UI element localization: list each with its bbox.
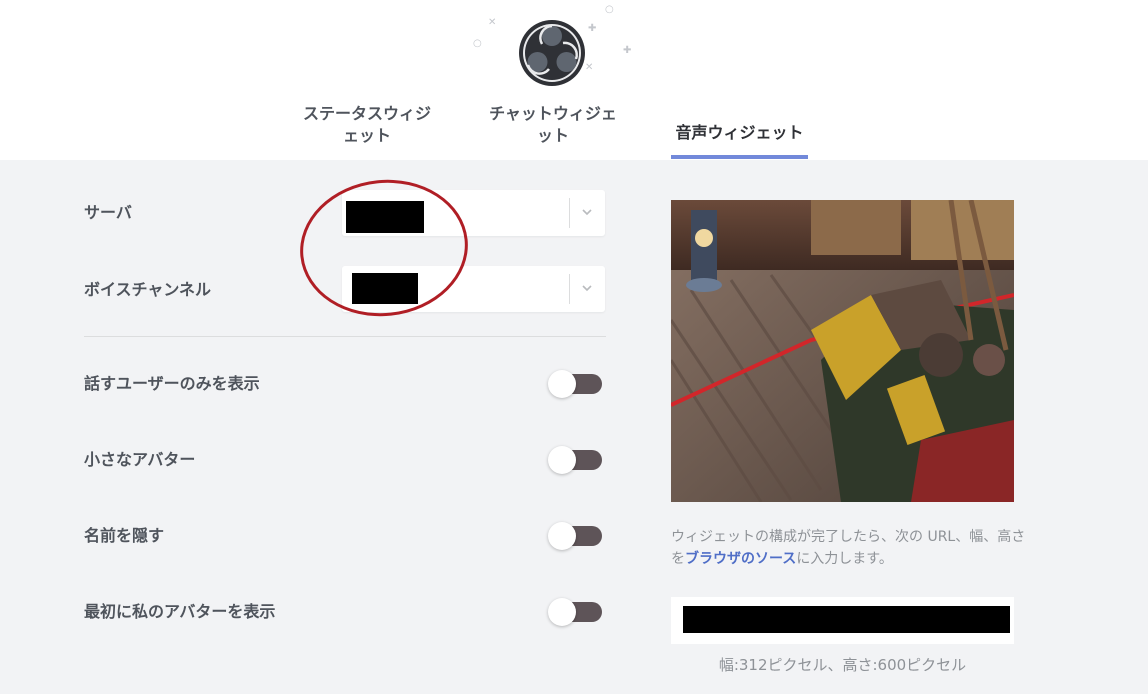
tab-status-widget-line2: ェット — [342, 126, 391, 145]
server-select[interactable] — [342, 190, 605, 236]
toggle-knob — [548, 598, 576, 626]
chevron-down-icon[interactable] — [580, 205, 594, 219]
select-divider — [569, 198, 570, 228]
tab-voice-widget-label: 音声ウィジェット — [675, 123, 804, 142]
redacted-url — [683, 606, 1010, 633]
redacted-channel-value — [352, 273, 418, 304]
tab-chat-widget-line2: ット — [536, 126, 569, 145]
toggle-knob — [548, 446, 576, 474]
server-label: サーバ — [84, 203, 132, 222]
toggle-label-hide-names: 名前を隠す — [84, 526, 165, 545]
obs-logo: ✕ ○ ✚ ○ ✚ ✕ — [470, 5, 636, 88]
toggle-label-small-avatars: 小さなアバター — [84, 450, 196, 469]
toggle-hide-names[interactable] — [548, 522, 602, 550]
active-tab-indicator — [671, 155, 808, 159]
section-divider — [84, 336, 606, 337]
select-divider — [569, 274, 570, 304]
browser-source-emphasis: ブラウザのソース — [685, 551, 797, 567]
toggle-small-avatars[interactable] — [548, 446, 602, 474]
tab-chat-widget-line1: チャットウィジェ — [489, 104, 617, 123]
instructions-text-2: に入力します。 — [796, 551, 893, 567]
voice-channel-select[interactable] — [342, 266, 605, 312]
toggle-speaking-only[interactable] — [548, 370, 602, 398]
toggle-my-avatar-first[interactable] — [548, 598, 602, 626]
redacted-server-value — [346, 201, 424, 233]
header: ✕ ○ ✚ ○ ✚ ✕ ステータスウィジ ェット チャットウィジェ ット 音声ウ… — [0, 0, 1148, 160]
game-screenshot-image — [671, 200, 1014, 502]
tab-chat-widget[interactable]: チャットウィジェ ット — [484, 103, 622, 147]
toggle-knob — [548, 370, 576, 398]
toggle-knob — [548, 522, 576, 550]
tab-voice-widget[interactable]: 音声ウィジェット — [671, 122, 808, 144]
setup-instructions: ウィジェットの構成が完了したら、次の URL、幅、高さをブラウザのソースに入力し… — [671, 526, 1031, 570]
obs-logo-icon — [519, 20, 585, 86]
voice-channel-label: ボイスチャンネル — [84, 280, 212, 299]
toggle-label-speaking-only: 話すユーザーのみを表示 — [84, 374, 260, 393]
widget-url-field[interactable] — [671, 597, 1014, 644]
tab-status-widget-line1: ステータスウィジ — [302, 104, 431, 123]
tab-status-widget[interactable]: ステータスウィジ ェット — [298, 103, 436, 147]
widget-preview-image — [671, 200, 1014, 502]
toggle-label-my-avatar-first: 最初に私のアバターを表示 — [84, 602, 276, 621]
widget-dimensions: 幅:312ピクセル、高さ:600ピクセル — [718, 656, 967, 674]
chevron-down-icon[interactable] — [580, 281, 594, 295]
